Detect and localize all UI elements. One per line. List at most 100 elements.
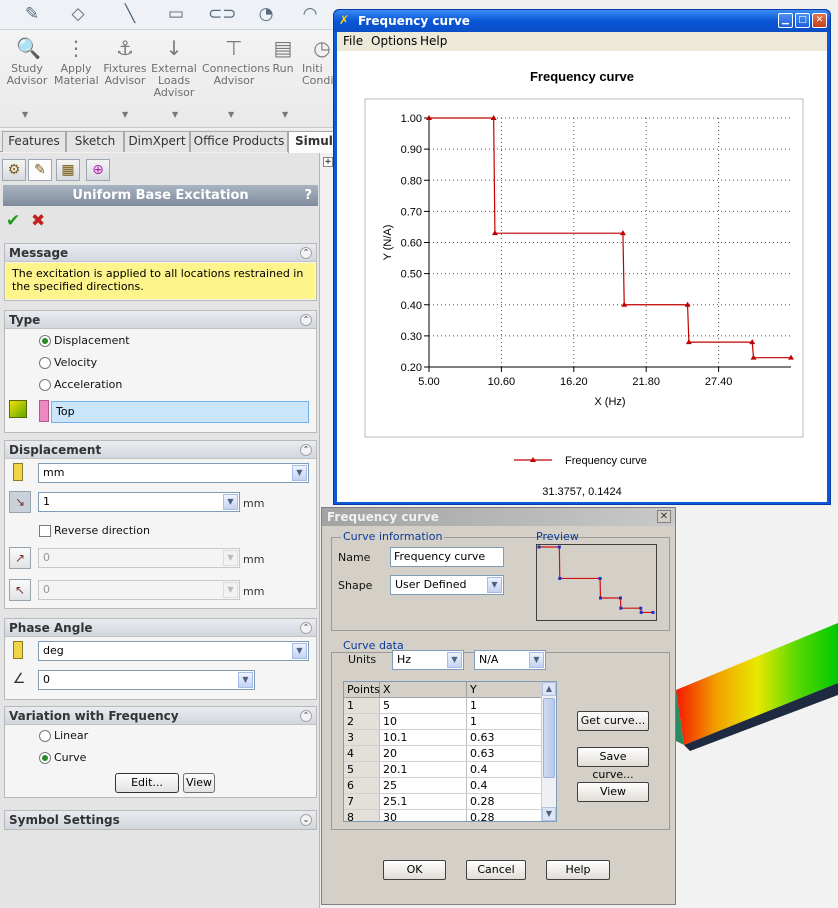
collapse-icon[interactable]: ⌃ bbox=[300, 710, 312, 722]
edit-sketch-icon[interactable]: ◇ bbox=[66, 4, 90, 24]
fixtures-advisor-button[interactable]: ⚓ Fixtures Advisor bbox=[102, 36, 148, 87]
maximize-button[interactable]: □ bbox=[795, 13, 810, 28]
edit-curve-button[interactable]: Edit... bbox=[115, 773, 179, 793]
configuration-manager-icon[interactable]: ▦ bbox=[56, 159, 80, 181]
point-index-cell[interactable]: 1 bbox=[344, 698, 380, 714]
table-row[interactable]: 7 25.1 0.28 bbox=[344, 794, 542, 810]
acceleration-radio[interactable] bbox=[39, 379, 51, 391]
direction-reference-field[interactable]: Top bbox=[51, 401, 309, 423]
collapse-icon[interactable]: ⌃ bbox=[300, 247, 312, 259]
y-cell[interactable]: 0.63 bbox=[467, 730, 542, 746]
table-row[interactable]: 8 30 0.28 bbox=[344, 810, 542, 821]
property-manager-tab-icon[interactable]: ✎ bbox=[28, 159, 52, 181]
chevron-down-icon[interactable]: ▼ bbox=[223, 550, 238, 566]
chart-window-titlebar[interactable]: ✗ Frequency curve ▁ □ ✕ bbox=[334, 10, 830, 32]
ok-button[interactable]: OK bbox=[383, 860, 446, 880]
direction-3-value-input[interactable]: 0 ▼ bbox=[38, 580, 240, 600]
chevron-down-icon[interactable]: ▼ bbox=[238, 672, 253, 688]
help-button[interactable]: Help bbox=[546, 860, 610, 880]
point-index-cell[interactable]: 7 bbox=[344, 794, 380, 810]
x-cell[interactable]: 25.1 bbox=[380, 794, 467, 810]
displacement-radio[interactable] bbox=[39, 335, 51, 347]
x-cell[interactable]: 25 bbox=[380, 778, 467, 794]
x-cell[interactable]: 5 bbox=[380, 698, 467, 714]
x-unit-select[interactable]: Hz ▼ bbox=[392, 650, 464, 670]
table-row[interactable]: 4 20 0.63 bbox=[344, 746, 542, 762]
y-cell[interactable]: 1 bbox=[467, 714, 542, 730]
symbol-settings-title-bar[interactable]: Symbol Settings ⌄ bbox=[5, 811, 316, 829]
table-row[interactable]: 5 20.1 0.4 bbox=[344, 762, 542, 778]
point-index-cell[interactable]: 2 bbox=[344, 714, 380, 730]
chevron-down-icon[interactable]: ▼ bbox=[529, 652, 544, 668]
feature-tree-icon[interactable]: ⚙ bbox=[2, 159, 26, 181]
scroll-up-icon[interactable]: ▲ bbox=[542, 682, 556, 696]
view-curve-button[interactable]: View bbox=[183, 773, 215, 793]
close-icon[interactable]: ✕ bbox=[657, 510, 671, 523]
chevron-down-icon[interactable]: ▼ bbox=[223, 494, 238, 510]
point-index-cell[interactable]: 5 bbox=[344, 762, 380, 778]
chevron-down-icon[interactable]: ▼ bbox=[447, 652, 462, 668]
dropdown-arrow-icon[interactable]: ▼ bbox=[122, 110, 130, 119]
direction-3-icon[interactable]: ↖ bbox=[9, 579, 31, 601]
close-button[interactable]: ✕ bbox=[812, 13, 827, 28]
displacement-value-input[interactable]: 1 ▼ bbox=[38, 492, 240, 512]
circle-icon[interactable]: ◔ bbox=[254, 4, 278, 24]
menu-file[interactable]: File bbox=[343, 34, 363, 48]
help-button[interactable]: ? bbox=[304, 185, 312, 206]
phase-value-select[interactable]: 0 ▼ bbox=[38, 670, 255, 690]
dropdown-arrow-icon[interactable]: ▼ bbox=[282, 110, 290, 119]
collapse-icon[interactable]: ⌃ bbox=[300, 622, 312, 634]
chevron-down-icon[interactable]: ▼ bbox=[223, 582, 238, 598]
y-cell[interactable]: 0.28 bbox=[467, 794, 542, 810]
tab-simulation[interactable]: Simula bbox=[288, 131, 341, 153]
tree-expand-icon[interactable]: + bbox=[323, 157, 333, 167]
tab-sketch[interactable]: Sketch bbox=[66, 131, 124, 152]
rectangle-icon[interactable]: ▭ bbox=[164, 4, 188, 24]
chevron-down-icon[interactable]: ▼ bbox=[292, 465, 307, 481]
external-loads-advisor-button[interactable]: ↓ External Loads Advisor bbox=[150, 36, 198, 99]
x-cell[interactable]: 20 bbox=[380, 746, 467, 762]
view-button[interactable]: View bbox=[577, 782, 649, 802]
scroll-thumb[interactable] bbox=[543, 698, 555, 778]
ok-check-icon[interactable]: ✔ bbox=[6, 211, 20, 231]
save-curve-button[interactable]: Save curve... bbox=[577, 747, 649, 781]
y-cell[interactable]: 0.4 bbox=[467, 762, 542, 778]
dropdown-arrow-icon[interactable]: ▼ bbox=[172, 110, 180, 119]
table-row[interactable]: 2 10 1 bbox=[344, 714, 542, 730]
run-button[interactable]: ▤ Run bbox=[270, 36, 296, 75]
line-icon[interactable]: ╲ bbox=[118, 4, 142, 24]
reverse-direction-checkbox[interactable] bbox=[39, 525, 51, 537]
direction-2-value-input[interactable]: 0 ▼ bbox=[38, 548, 240, 568]
linear-radio[interactable] bbox=[39, 730, 51, 742]
table-row[interactable]: 6 25 0.4 bbox=[344, 778, 542, 794]
curve-dialog-titlebar[interactable]: Frequency curve ✕ bbox=[322, 508, 675, 526]
study-advisor-button[interactable]: 🔍 Study Advisor bbox=[6, 36, 48, 87]
y-unit-select[interactable]: N/A ▼ bbox=[474, 650, 546, 670]
chevron-down-icon[interactable]: ▼ bbox=[487, 577, 502, 593]
dropdown-arrow-icon[interactable]: ▼ bbox=[228, 110, 236, 119]
x-cell[interactable]: 10 bbox=[380, 714, 467, 730]
point-index-cell[interactable]: 8 bbox=[344, 810, 380, 821]
curve-name-input[interactable]: Frequency curve bbox=[390, 547, 504, 567]
displacement-group-title[interactable]: Displacement ⌃ bbox=[5, 441, 316, 459]
displacement-unit-select[interactable]: mm ▼ bbox=[38, 463, 309, 483]
smart-dimension-icon[interactable]: ✎ bbox=[20, 4, 44, 24]
x-cell[interactable]: 30 bbox=[380, 810, 467, 821]
cancel-button[interactable]: Cancel bbox=[466, 860, 526, 880]
slot-icon[interactable]: ⊂⊃ bbox=[208, 4, 237, 24]
phase-unit-select[interactable]: deg ▼ bbox=[38, 641, 309, 661]
y-cell[interactable]: 0.63 bbox=[467, 746, 542, 762]
scroll-down-icon[interactable]: ▼ bbox=[542, 807, 556, 821]
variation-group-title[interactable]: Variation with Frequency ⌃ bbox=[5, 707, 316, 725]
collapse-icon[interactable]: ⌃ bbox=[300, 444, 312, 456]
message-group-title[interactable]: Message ⌃ bbox=[5, 244, 316, 262]
chevron-down-icon[interactable]: ▼ bbox=[292, 643, 307, 659]
connections-advisor-button[interactable]: ⊤ Connections Advisor bbox=[202, 36, 270, 87]
normal-direction-icon[interactable]: ↘ bbox=[9, 491, 31, 513]
velocity-radio[interactable] bbox=[39, 357, 51, 369]
tab-features[interactable]: Features bbox=[2, 131, 66, 152]
cancel-x-icon[interactable]: ✖ bbox=[31, 211, 45, 231]
point-index-cell[interactable]: 3 bbox=[344, 730, 380, 746]
x-cell[interactable]: 20.1 bbox=[380, 762, 467, 778]
menu-help[interactable]: Help bbox=[420, 34, 447, 48]
